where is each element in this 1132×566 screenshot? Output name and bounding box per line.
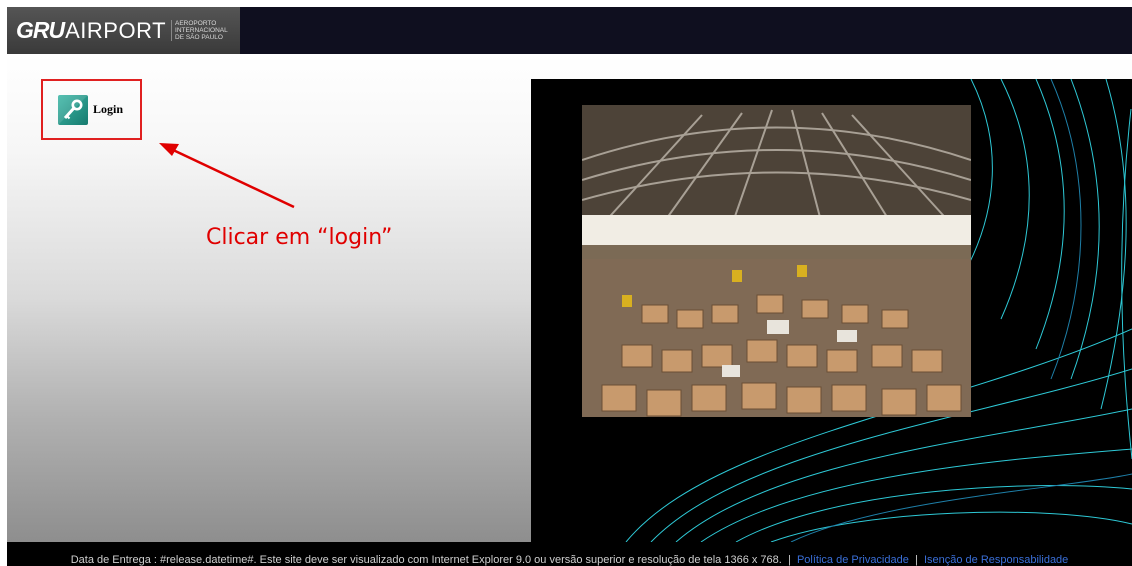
annotation-text: Clicar em “login” — [206, 225, 393, 250]
main-area: Login Clicar em “login” — [7, 54, 1132, 542]
logo-airport-text: AIRPORT — [65, 17, 167, 43]
logo-subtitle: AEROPORTO INTERNACIONAL DE SÃO PAULO — [171, 20, 228, 41]
login-button[interactable]: Login — [41, 79, 142, 140]
showcase-panel — [531, 79, 1132, 542]
gru-airport-logo[interactable]: GRU AIRPORT AEROPORTO INTERNACIONAL DE S… — [7, 7, 240, 54]
warehouse-photo — [582, 105, 971, 417]
footer-text: Data de Entrega : #release.datetime#. Es… — [70, 554, 782, 566]
page-frame: GRU AIRPORT AEROPORTO INTERNACIONAL DE S… — [7, 7, 1132, 566]
top-bar: GRU AIRPORT AEROPORTO INTERNACIONAL DE S… — [7, 7, 1132, 54]
logo-sub-line-2: INTERNACIONAL — [175, 27, 228, 34]
logo-gru-text: GRU — [16, 17, 65, 43]
logo-sub-line-3: DE SÃO PAULO — [175, 34, 223, 41]
footer: Data de Entrega : #release.datetime#. Es… — [7, 542, 1132, 566]
privacy-policy-link[interactable]: Política de Privacidade — [797, 554, 909, 566]
logo-sub-line-1: AEROPORTO — [175, 20, 217, 27]
key-icon — [58, 94, 88, 125]
login-label: Login — [93, 102, 124, 116]
disclaimer-link[interactable]: Isenção de Responsabilidade — [924, 554, 1068, 566]
